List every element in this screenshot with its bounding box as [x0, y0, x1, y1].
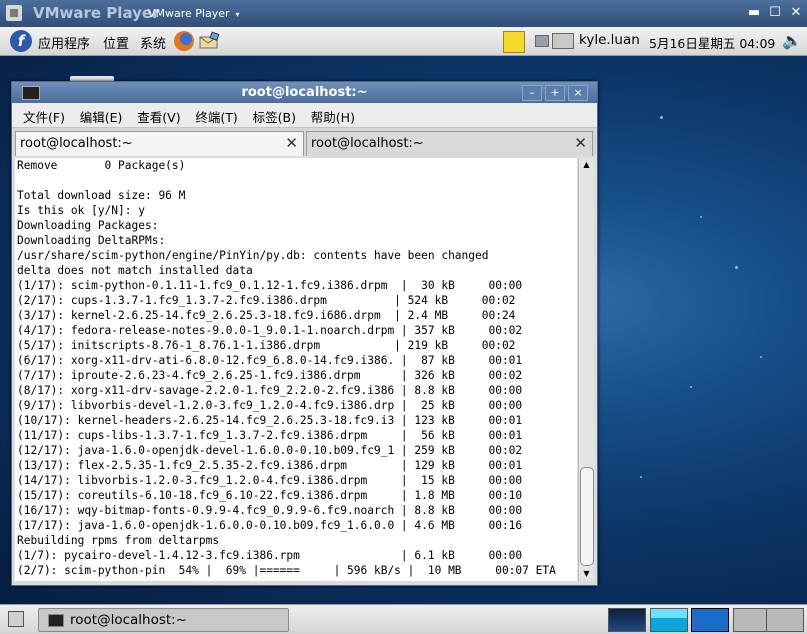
terminal-line: Downloading DeltaRPMs: — [17, 234, 166, 247]
terminal-line: (16/17): wqy-bitmap-fonts-0.9.9-4.fc9_0.… — [17, 504, 523, 517]
terminal-line: /usr/share/scim-python/engine/PinYin/py.… — [17, 249, 489, 262]
star-decoration — [640, 476, 642, 478]
terminal-output[interactable]: Remove 0 Package(s) Total download size: … — [15, 158, 577, 581]
vmware-titlebar: VMware Player VMware Player ▾ ▬ ☐ ✕ — [0, 0, 807, 27]
terminal-line: (7/17): iproute-2.6.23-4.fc9_2.6.25-1.fc… — [17, 369, 523, 382]
volume-icon[interactable]: 🔈 — [782, 31, 802, 50]
menu-view[interactable]: 查看(V) — [137, 107, 180, 126]
terminal-line: (11/17): cups-libs-1.3.7-1.fc9_1.3.7-2.f… — [17, 429, 523, 442]
terminal-line: (2/17): cups-1.3.7-1.fc9_1.3.7-2.fc9.i38… — [17, 294, 516, 307]
terminal-line: (3/17): kernel-2.6.25-14.fc9_2.6.25.3-18… — [17, 309, 516, 322]
terminal-maximize-button[interactable]: + — [545, 85, 565, 101]
terminal-line: Is this ok [y/N]: y — [17, 204, 145, 217]
trash-icon[interactable] — [766, 608, 804, 632]
terminal-line: (17/17): java-1.6.0-openjdk-1.6.0.0-0.10… — [17, 519, 523, 532]
vmware-minimize-button[interactable]: ▬ — [746, 5, 762, 21]
tab-label: root@localhost:~ — [311, 136, 424, 151]
terminal-line: (12/17): java-1.6.0-openjdk-devel-1.6.0.… — [17, 444, 523, 457]
terminal-close-button[interactable]: × — [568, 85, 588, 101]
terminal-line: (8/17): xorg-x11-drv-savage-2.2.0-1.fc9_… — [17, 384, 523, 397]
star-decoration — [760, 356, 762, 358]
tab-label: root@localhost:~ — [20, 136, 133, 151]
panel-username[interactable]: kyle.luan — [579, 32, 640, 48]
terminal-line: (14/17): libvorbis-1.2.0-3.fc9_1.2.0-4.f… — [17, 474, 523, 487]
fedora-logo-icon[interactable]: f — [10, 30, 32, 52]
star-decoration — [690, 386, 692, 388]
workspace-1[interactable] — [608, 608, 646, 632]
terminal-line: (2/7): scim-python-pin 54% | 69% |======… — [17, 564, 556, 577]
user-switcher-icon[interactable] — [552, 33, 574, 49]
notes-applet-icon[interactable] — [503, 31, 525, 53]
terminal-line: Rebuilding rpms from deltarpms — [17, 534, 220, 547]
menu-terminal[interactable]: 终端(T) — [195, 107, 237, 126]
menu-tabs[interactable]: 标签(B) — [253, 107, 296, 126]
gnome-bottom-panel: root@localhost:~ — [0, 604, 807, 634]
terminal-title: root@localhost:~ — [241, 85, 368, 100]
mail-launcher-icon[interactable] — [198, 31, 220, 51]
terminal-titlebar[interactable]: root@localhost:~ – + × — [12, 82, 597, 103]
terminal-line: (6/17): xorg-x11-drv-ati-6.8.0-12.fc9_6.… — [17, 354, 523, 367]
applications-menu[interactable]: 应用程序 — [38, 33, 90, 52]
terminal-line: (10/17): kernel-headers-2.6.25-14.fc9_2.… — [17, 414, 523, 427]
terminal-line: Downloading Packages: — [17, 219, 159, 232]
vmware-title: VMware Player — [33, 4, 160, 22]
terminal-scrollbar[interactable]: ▲ ▼ — [578, 158, 594, 581]
terminal-line: Total download size: 96 M — [17, 189, 186, 202]
terminal-line: (13/17): flex-2.5.35-1.fc9_2.5.35-2.fc9.… — [17, 459, 523, 472]
menu-file[interactable]: 文件(F) — [23, 107, 65, 126]
taskbar-terminal-button[interactable]: root@localhost:~ — [38, 608, 289, 632]
network-icon[interactable] — [535, 35, 549, 47]
star-decoration — [660, 116, 663, 119]
places-menu[interactable]: 位置 — [103, 33, 129, 52]
vmware-restore-button[interactable]: ☐ — [767, 5, 783, 21]
tab-close-icon[interactable]: ✕ — [285, 134, 298, 152]
workspace-2[interactable] — [650, 608, 688, 632]
terminal-line: (4/17): fedora-release-notes-9.0.0-1_9.0… — [17, 324, 523, 337]
star-decoration — [700, 216, 702, 218]
terminal-menubar: 文件(F) 编辑(E) 查看(V) 终端(T) 标签(B) 帮助(H) — [12, 103, 597, 128]
terminal-line: (5/17): initscripts-8.76-1_8.76.1-1.i386… — [17, 339, 516, 352]
vmware-player-menu[interactable]: VMware Player ▾ — [148, 7, 240, 20]
taskbar-label: root@localhost:~ — [70, 612, 188, 628]
terminal-window: root@localhost:~ – + × 文件(F) 编辑(E) 查看(V)… — [11, 81, 598, 586]
terminal-line: Remove 0 Package(s) — [17, 159, 186, 172]
gnome-top-panel: f 应用程序 位置 系统 kyle.luan 5月16日星期五 04:09 🔈 — [0, 27, 807, 56]
terminal-line: (1/7): pycairo-devel-1.4.12-3.fc9.i386.r… — [17, 549, 523, 562]
show-desktop-icon[interactable] — [8, 611, 24, 627]
tab-close-icon[interactable]: ✕ — [574, 134, 587, 152]
terminal-icon — [48, 614, 64, 627]
menu-edit[interactable]: 编辑(E) — [80, 107, 123, 126]
terminal-minimize-button[interactable]: – — [522, 85, 542, 101]
terminal-tabbar: root@localhost:~ ✕ root@localhost:~ ✕ — [12, 128, 597, 156]
menu-help[interactable]: 帮助(H) — [311, 107, 355, 126]
scrollbar-thumb[interactable] — [580, 467, 594, 566]
star-decoration — [735, 266, 738, 269]
panel-clock[interactable]: 5月16日星期五 04:09 — [649, 33, 775, 52]
system-menu[interactable]: 系统 — [140, 33, 166, 52]
terminal-line: (9/17): libvorbis-devel-1.2.0-3.fc9_1.2.… — [17, 399, 523, 412]
vmware-close-button[interactable]: ✕ — [788, 5, 804, 21]
terminal-line: (1/17): scim-python-0.1.11-1.fc9_0.1.12-… — [17, 279, 523, 292]
firefox-launcher-icon[interactable] — [174, 31, 194, 51]
chevron-down-icon: ▾ — [235, 10, 240, 19]
terminal-line: delta does not match installed data — [17, 264, 253, 277]
scroll-up-arrow-icon[interactable]: ▲ — [579, 158, 594, 172]
workspace-3[interactable] — [691, 608, 729, 632]
vmware-logo-icon — [6, 5, 22, 21]
scroll-down-arrow-icon[interactable]: ▼ — [579, 567, 594, 581]
terminal-line: (15/17): coreutils-6.10-18.fc9_6.10-22.f… — [17, 489, 523, 502]
vmware-player-menu-label: VMware Player — [148, 7, 230, 20]
terminal-tab-1[interactable]: root@localhost:~ ✕ — [15, 131, 304, 156]
terminal-tab-2[interactable]: root@localhost:~ ✕ — [306, 131, 593, 156]
